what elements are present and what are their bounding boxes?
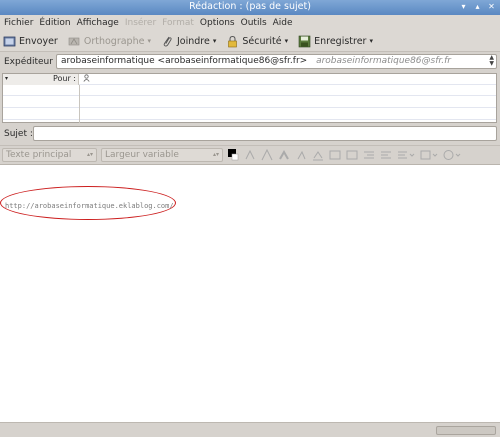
menu-outils[interactable]: Outils [241,18,267,28]
chevron-down-icon: ▾ [212,37,217,45]
from-select[interactable]: arobaseinformatique <arobaseinformatique… [56,54,497,69]
chevron-down-icon: ▾ [5,75,9,82]
font-smaller-icon[interactable] [244,149,256,161]
spinner-icon: ▲ ▼ [489,54,494,67]
send-button[interactable]: Envoyer [3,35,58,48]
send-icon [3,36,16,46]
title-bar: Rédaction : (pas de sujet) ▾ ▴ ✕ [0,0,500,15]
indent-icon[interactable] [380,149,392,161]
outdent-icon[interactable] [363,149,375,161]
menu-inserer: Insérer [124,18,157,28]
menu-bar: Fichier Édition Affichage Insérer Format… [0,15,500,31]
recipient-type-label: Pour : [52,74,76,83]
save-label: Enregistrer [314,35,367,47]
paragraph-style-select[interactable]: Texte principal ▴▾ [2,148,97,162]
contact-icon [83,74,90,85]
close-icon[interactable]: ✕ [486,1,497,12]
font-larger-icon[interactable] [261,149,273,161]
chevron-down-icon: ▾ [284,37,289,45]
bold-icon[interactable] [278,149,290,161]
menu-affichage[interactable]: Affichage [77,18,119,28]
message-body-text: http://arobaseinformatique.eklablog.com/ [5,202,174,210]
chevron-down-icon: ▴▾ [86,151,93,158]
status-bar [0,422,500,437]
italic-icon[interactable] [295,149,307,161]
menu-options[interactable]: Options [200,18,235,28]
recipient-type-select[interactable]: ▾ Pour : [3,74,79,85]
emoticon-icon[interactable] [443,149,461,161]
menu-fichier[interactable]: Fichier [4,18,33,28]
subject-input[interactable] [33,126,497,141]
menu-edition[interactable]: Édition [39,18,70,28]
attach-button[interactable]: Joindre ▾ [161,35,216,48]
insert-icon[interactable] [420,149,438,161]
subject-row: Sujet : [0,125,500,142]
font-value: Largeur variable [105,150,179,160]
chevron-down-icon: ▴▾ [212,151,219,158]
subject-label: Sujet : [4,129,33,139]
recipient-list[interactable]: ▾ Pour : [2,73,497,123]
color-picker-icon[interactable] [227,149,239,161]
compose-header: Expéditeur : arobaseinformatique <arobas… [0,52,500,144]
align-icon[interactable] [397,149,415,161]
save-button[interactable]: Enregistrer ▾ [298,35,373,48]
lock-icon [228,35,238,47]
save-icon [298,35,311,47]
attach-label: Joindre [176,35,210,47]
spelling-button[interactable]: Orthographe ▾ [68,35,151,48]
chevron-down-icon: ▾ [147,37,151,45]
paperclip-icon [163,36,172,46]
from-label: Expéditeur : [4,57,59,67]
from-secondary: arobaseinformatique86@sfr.fr [316,56,451,66]
window-title: Rédaction : (pas de sujet) [189,1,311,12]
column-divider [79,85,80,123]
paragraph-style-value: Texte principal [6,150,72,160]
message-body-editor[interactable]: http://arobaseinformatique.eklablog.com/ [0,164,500,422]
security-button[interactable]: Sécurité ▾ [226,35,288,48]
resize-grip[interactable] [436,426,496,435]
minimize-icon[interactable]: ▾ [458,1,469,12]
chevron-down-icon: ▾ [369,37,373,45]
font-select[interactable]: Largeur variable ▴▾ [101,148,223,162]
menu-aide[interactable]: Aide [273,18,293,28]
spellcheck-icon [68,37,80,45]
format-toolbar: Texte principal ▴▾ Largeur variable ▴▾ [0,145,500,164]
bullet-list-icon[interactable] [329,149,341,161]
recipient-row-empty[interactable] [3,97,496,108]
recipient-row[interactable]: ▾ Pour : [3,74,496,85]
send-label: Envoyer [19,35,58,47]
recipient-row-empty[interactable] [3,85,496,96]
from-value: arobaseinformatique <arobaseinformatique… [61,56,308,66]
from-row: Expéditeur : arobaseinformatique <arobas… [0,54,500,70]
spelling-label: Orthographe [83,35,145,47]
compose-toolbar: Envoyer Orthographe ▾ Joindre ▾ Sécurité… [0,31,500,52]
security-label: Sécurité [242,35,282,47]
maximize-icon[interactable]: ▴ [472,1,483,12]
numbered-list-icon[interactable] [346,149,358,161]
underline-icon[interactable] [312,149,324,161]
recipient-row-empty[interactable] [3,109,496,120]
menu-format: Format [162,18,194,28]
